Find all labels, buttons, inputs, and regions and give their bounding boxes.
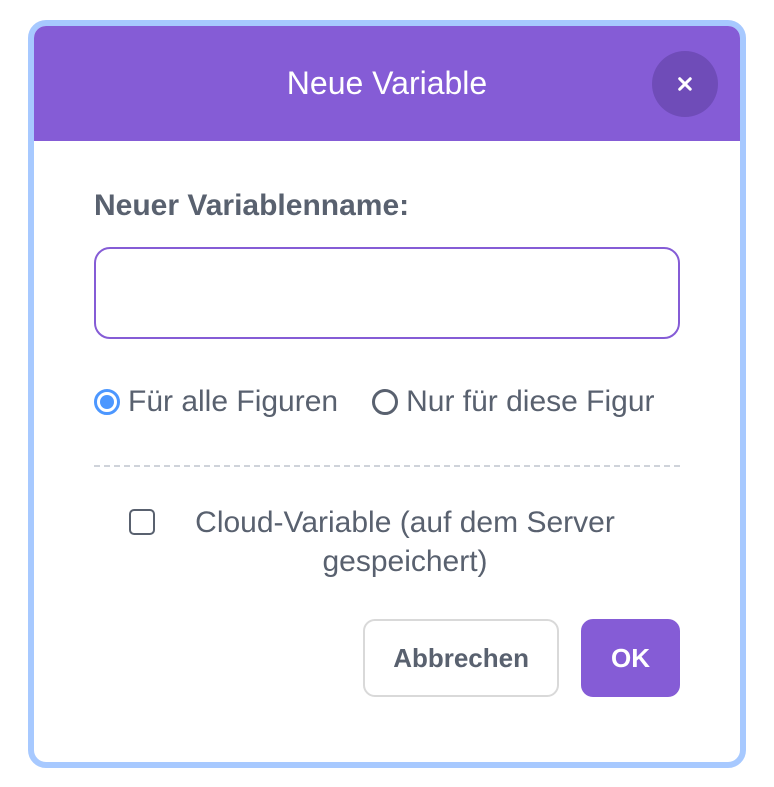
dialog-header: Neue Variable: [34, 26, 740, 141]
scope-radio-group: Für alle Figuren Nur für diese Figur: [94, 385, 680, 419]
close-button[interactable]: [652, 51, 718, 117]
dialog-buttons: Abbrechen OK: [94, 619, 680, 697]
variable-name-input[interactable]: [94, 247, 680, 339]
new-variable-dialog: Neue Variable Neuer Variablenname: Für a…: [28, 20, 746, 768]
radio-icon: [372, 389, 398, 415]
variable-name-label: Neuer Variablenname:: [94, 189, 680, 223]
radio-label: Nur für diese Figur: [406, 385, 654, 419]
cloud-variable-label: Cloud-Variable (auf dem Server gespeiche…: [165, 503, 645, 581]
cloud-variable-checkbox[interactable]: [129, 509, 155, 535]
divider: [94, 465, 680, 467]
radio-label: Für alle Figuren: [128, 385, 338, 419]
close-icon: [673, 72, 697, 96]
radio-this-sprite[interactable]: Nur für diese Figur: [372, 385, 654, 419]
dialog-body: Neuer Variablenname: Für alle Figuren Nu…: [34, 141, 740, 727]
radio-icon: [94, 389, 120, 415]
cloud-variable-row: Cloud-Variable (auf dem Server gespeiche…: [94, 503, 680, 581]
cancel-button[interactable]: Abbrechen: [363, 619, 559, 697]
ok-button[interactable]: OK: [581, 619, 680, 697]
dialog-title: Neue Variable: [287, 65, 487, 102]
radio-all-sprites[interactable]: Für alle Figuren: [94, 385, 338, 419]
